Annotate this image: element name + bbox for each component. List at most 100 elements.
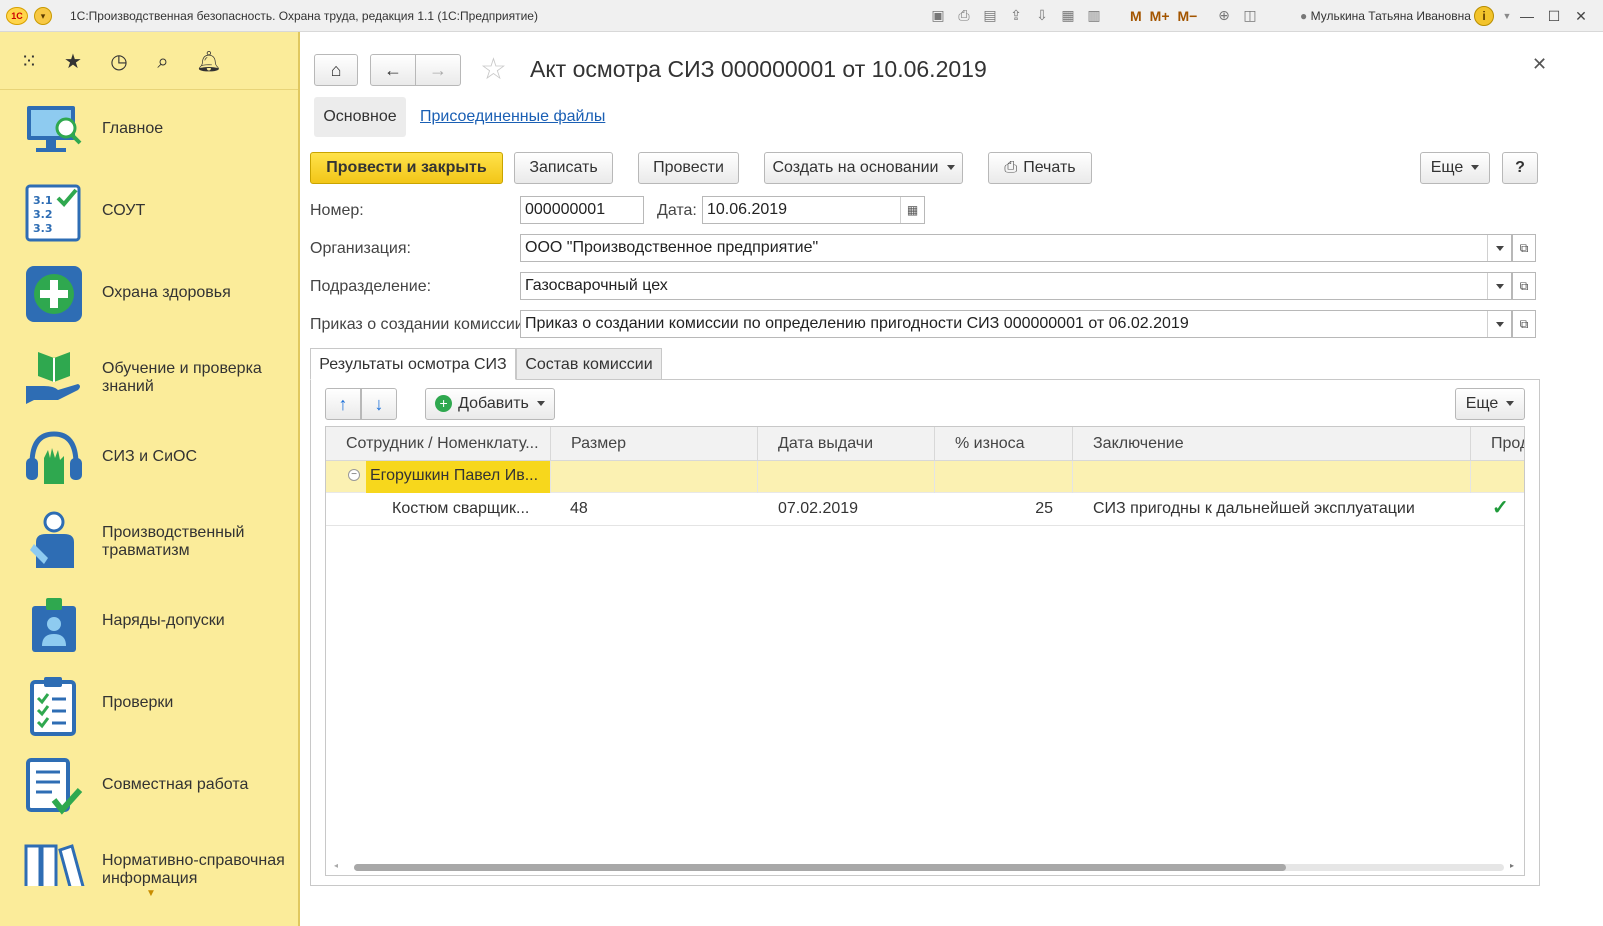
- back-button[interactable]: ←: [370, 54, 416, 86]
- maximize-icon[interactable]: ☐: [1543, 6, 1565, 26]
- section-training[interactable]: Обучение и проверка знаний: [0, 336, 298, 418]
- download-icon[interactable]: ⇩: [1032, 6, 1052, 26]
- info-icon[interactable]: i: [1474, 6, 1494, 26]
- save-button[interactable]: Записать: [514, 152, 613, 184]
- collapse-icon[interactable]: −: [348, 469, 360, 481]
- add-label: Добавить: [458, 395, 529, 412]
- tab-main[interactable]: Основное: [314, 97, 406, 137]
- section-inspections[interactable]: Проверки: [0, 664, 298, 746]
- history-icon[interactable]: ◷: [106, 48, 132, 74]
- book-hand-icon: [26, 352, 80, 404]
- col-extend[interactable]: Прод: [1471, 427, 1524, 461]
- checkmark-icon[interactable]: ✓: [1492, 495, 1509, 520]
- add-row-button[interactable]: + Добавить: [425, 388, 555, 420]
- notifications-bell-icon[interactable]: 🔔︎: [196, 48, 222, 74]
- print-button[interactable]: ⎙ Печать: [988, 152, 1092, 184]
- badge-person-icon: [32, 598, 76, 652]
- memory-m-button[interactable]: M: [1130, 6, 1142, 26]
- calendar-icon[interactable]: ▥: [1084, 6, 1104, 26]
- order-open-button[interactable]: ⧉: [1512, 310, 1536, 338]
- all-functions-icon[interactable]: ⁙: [16, 48, 42, 74]
- memory-mminus-button[interactable]: M−: [1178, 6, 1198, 26]
- scrollbar-thumb[interactable]: [354, 864, 1286, 871]
- view-toolbar: ⊕ ◫: [1214, 6, 1260, 26]
- arrow-up-icon: ↑: [338, 394, 348, 414]
- checklist-numbers-icon: 3.1 3.2 3.3: [25, 184, 81, 242]
- chevron-down-icon: [1506, 401, 1515, 407]
- minimize-icon[interactable]: —: [1516, 6, 1538, 26]
- create-based-on-button[interactable]: Создать на основании: [764, 152, 963, 184]
- section-collaboration[interactable]: Совместная работа: [0, 746, 298, 828]
- move-up-button[interactable]: ↑: [325, 388, 361, 420]
- preview-icon[interactable]: ▤: [980, 6, 1000, 26]
- forward-button[interactable]: →: [415, 54, 461, 86]
- more-label: Еще: [1430, 159, 1464, 176]
- search-icon[interactable]: ⌕: [150, 48, 176, 74]
- memory-toolbar: M M+ M−: [1130, 6, 1197, 26]
- calculator-icon[interactable]: ▦: [1058, 6, 1078, 26]
- upload-icon[interactable]: ⇪: [1006, 6, 1026, 26]
- scroll-right-icon[interactable]: ▸: [1510, 861, 1514, 870]
- col-conclusion[interactable]: Заключение: [1073, 427, 1471, 461]
- number-field[interactable]: 000000001: [520, 196, 644, 224]
- date-field[interactable]: 10.06.2019 ▦: [702, 196, 925, 224]
- info-dropdown-icon[interactable]: ▼: [1496, 6, 1518, 26]
- current-user[interactable]: ● Мулькина Татьяна Ивановна: [1300, 9, 1471, 23]
- col-employee[interactable]: Сотрудник / Номенклату...: [326, 427, 551, 461]
- order-dropdown[interactable]: [1487, 311, 1511, 337]
- table-group-row[interactable]: − Егорушкин Павел Ив...: [326, 461, 1524, 493]
- tab-inspection-results[interactable]: Результаты осмотра СИЗ: [310, 348, 516, 380]
- tab-attached-files[interactable]: Присоединенные файлы: [420, 108, 605, 126]
- section-ppe[interactable]: СИЗ и СиОС: [0, 418, 298, 500]
- tab-commission[interactable]: Состав комиссии: [516, 348, 662, 380]
- row-item: Костюм сварщик...: [392, 500, 530, 517]
- department-field[interactable]: Газосварочный цех: [520, 272, 1512, 300]
- form-title: Акт осмотра СИЗ 000000001 от 10.06.2019: [530, 56, 987, 82]
- scroll-down-icon[interactable]: ▼: [146, 888, 156, 899]
- col-issue-date[interactable]: Дата выдачи: [758, 427, 935, 461]
- sections-toolbar: ⁙ ★ ◷ ⌕ 🔔︎: [0, 32, 298, 90]
- department-dropdown[interactable]: [1487, 273, 1511, 299]
- favorites-star-icon[interactable]: ★: [60, 48, 86, 74]
- section-health[interactable]: Охрана здоровья: [0, 254, 298, 336]
- svg-text:3.1: 3.1: [33, 194, 53, 207]
- post-button[interactable]: Провести: [638, 152, 739, 184]
- horizontal-scrollbar[interactable]: ◂ ▸: [334, 861, 1520, 873]
- row-size: 48: [570, 500, 588, 517]
- col-size[interactable]: Размер: [551, 427, 758, 461]
- close-window-icon[interactable]: ✕: [1570, 6, 1592, 26]
- home-button[interactable]: ⌂: [314, 54, 358, 86]
- save-icon[interactable]: ▣: [928, 6, 948, 26]
- table-header: Сотрудник / Номенклату... Размер Дата вы…: [326, 427, 1524, 461]
- organization-dropdown[interactable]: [1487, 235, 1511, 261]
- more-actions-button[interactable]: Еще: [1420, 152, 1490, 184]
- open-icon: ⧉: [1519, 317, 1529, 331]
- close-form-icon[interactable]: ✕: [1532, 54, 1547, 75]
- section-permits[interactable]: Наряды-допуски: [0, 582, 298, 664]
- zoom-icon[interactable]: ⊕: [1214, 6, 1234, 26]
- chevron-down-icon: [1496, 284, 1504, 289]
- section-reference[interactable]: Нормативно-справочная информация: [0, 828, 298, 886]
- section-label: Нормативно-справочная информация: [102, 852, 285, 886]
- section-injuries[interactable]: Производственный травматизм: [0, 500, 298, 582]
- create-based-on-label: Создать на основании: [772, 159, 939, 176]
- organization-field[interactable]: ООО "Производственное предприятие": [520, 234, 1512, 262]
- section-main[interactable]: Главное: [0, 90, 298, 172]
- print-icon[interactable]: ⎙: [954, 6, 974, 26]
- main-menu-icon[interactable]: ▾: [34, 7, 52, 25]
- organization-open-button[interactable]: ⧉: [1512, 234, 1536, 262]
- table-row[interactable]: Костюм сварщик... 48 07.02.2019 25 СИЗ п…: [326, 493, 1524, 526]
- favorite-star-icon[interactable]: ☆: [480, 52, 507, 88]
- scroll-left-icon[interactable]: ◂: [334, 861, 338, 870]
- col-wear[interactable]: % износа: [935, 427, 1073, 461]
- move-down-button[interactable]: ↓: [361, 388, 397, 420]
- order-field[interactable]: Приказ о создании комиссии по определени…: [520, 310, 1512, 338]
- memory-mplus-button[interactable]: M+: [1150, 6, 1170, 26]
- table-more-button[interactable]: Еще: [1455, 388, 1525, 420]
- panels-icon[interactable]: ◫: [1240, 6, 1260, 26]
- post-and-close-button[interactable]: Провести и закрыть: [310, 152, 503, 184]
- calendar-button[interactable]: ▦: [900, 197, 924, 223]
- department-open-button[interactable]: ⧉: [1512, 272, 1536, 300]
- section-sout[interactable]: 3.1 3.2 3.3 СОУТ: [0, 172, 298, 254]
- help-button[interactable]: ?: [1502, 152, 1538, 184]
